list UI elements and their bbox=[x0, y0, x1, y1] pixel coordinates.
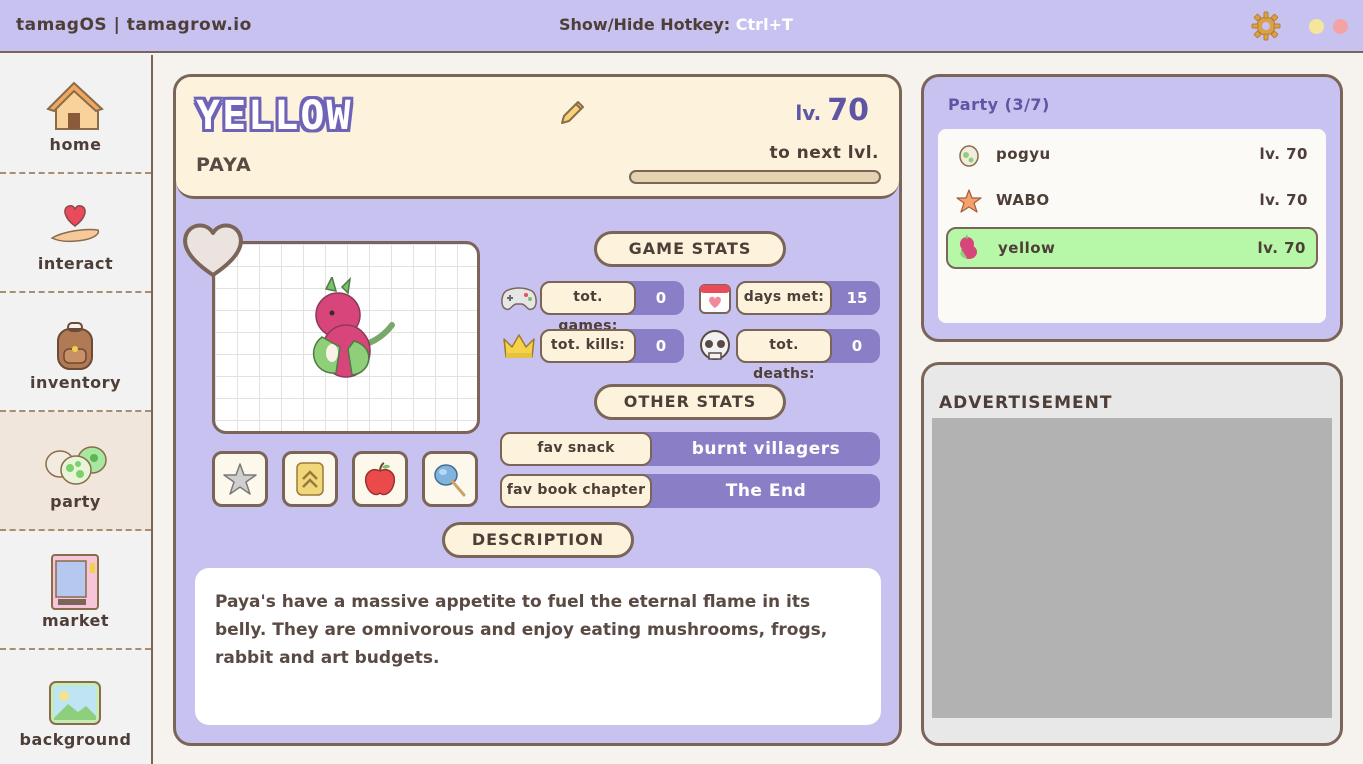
other-stat-label: fav snack bbox=[500, 432, 652, 466]
food-skewer-icon bbox=[434, 464, 466, 497]
party-member-level: lv. 70 bbox=[1259, 191, 1308, 209]
rank-up-icon bbox=[296, 462, 324, 496]
level-label: lv. bbox=[795, 101, 822, 125]
apple-icon bbox=[364, 462, 396, 496]
title-bar: tamagOS | tamagrow.io Show/Hide Hotkey: … bbox=[0, 0, 1363, 53]
crown-icon bbox=[503, 334, 535, 358]
stat-total-games: tot. games: 0 bbox=[500, 281, 684, 334]
hotkey-label: Show/Hide Hotkey: bbox=[559, 15, 731, 34]
vending-machine-icon bbox=[51, 554, 99, 610]
stat-value: 0 bbox=[655, 289, 667, 307]
party-member-level: lv. 70 bbox=[1259, 145, 1308, 163]
pet-level: lv. 70 bbox=[795, 93, 869, 128]
stat-fav-book-chapter: fav book chapter The End bbox=[500, 474, 880, 508]
feed-button[interactable] bbox=[352, 451, 408, 507]
star-pet-icon bbox=[956, 189, 982, 213]
skull-icon bbox=[700, 330, 730, 360]
sidebar-label-party: party bbox=[50, 492, 101, 511]
description-title: DESCRIPTION bbox=[442, 522, 634, 558]
party-member-pogyu[interactable]: pogyu lv. 70 bbox=[946, 135, 1318, 177]
stat-days-met: days met: 15 bbox=[696, 281, 880, 315]
eggs-icon bbox=[45, 446, 107, 485]
pet-name: YELLOW bbox=[196, 93, 353, 139]
xp-progress-bar bbox=[629, 170, 881, 184]
sidebar-label-market: market bbox=[41, 611, 110, 630]
stat-label: tot. games: bbox=[540, 281, 636, 334]
party-member-name: pogyu bbox=[996, 145, 1051, 163]
game-stats-title: GAME STATS bbox=[594, 231, 786, 267]
picture-icon bbox=[49, 681, 101, 725]
other-stat-label: fav book chapter bbox=[500, 474, 652, 508]
stat-value: 0 bbox=[655, 337, 667, 355]
party-list: pogyu lv. 70 WABO lv. 70 yellow lv. 70 bbox=[938, 129, 1326, 323]
sidebar-item-market[interactable]: market bbox=[0, 531, 151, 650]
rank-up-button[interactable] bbox=[282, 451, 338, 507]
party-member-level: lv. 70 bbox=[1257, 239, 1306, 257]
other-stat-value: burnt villagers bbox=[691, 439, 841, 459]
sidebar-label-home: home bbox=[49, 135, 102, 154]
sidebar-item-interact[interactable]: interact bbox=[0, 174, 151, 293]
pet-species: PAYA bbox=[196, 154, 252, 176]
pet-detail-card: YELLOW PAYA lv. 70 to next lvl. GAME STA… bbox=[173, 74, 902, 746]
heart-hand-icon bbox=[50, 205, 100, 243]
level-value: 70 bbox=[827, 93, 869, 128]
treat-button[interactable] bbox=[422, 451, 478, 507]
pet-sprite[interactable] bbox=[296, 277, 396, 387]
minimize-button[interactable] bbox=[1309, 19, 1324, 34]
party-member-name: WABO bbox=[996, 191, 1050, 209]
stat-label: tot. kills: bbox=[540, 329, 636, 363]
gear-icon[interactable] bbox=[1251, 11, 1281, 41]
party-member-yellow[interactable]: yellow lv. 70 bbox=[946, 227, 1318, 269]
house-icon bbox=[46, 81, 104, 130]
sidebar-item-background[interactable]: background bbox=[0, 650, 151, 764]
stat-value: 15 bbox=[846, 289, 868, 307]
advertisement-title: ADVERTISEMENT bbox=[939, 393, 1113, 413]
party-panel: Party (3/7) pogyu lv. 70 WABO lv. 70 yel… bbox=[921, 74, 1343, 342]
app-title: tamagOS | tamagrow.io bbox=[16, 15, 252, 35]
star-icon bbox=[223, 463, 257, 495]
pencil-icon[interactable] bbox=[556, 97, 588, 129]
stat-label: tot. deaths: bbox=[736, 329, 832, 382]
next-level-label: to next lvl. bbox=[769, 143, 879, 163]
party-member-name: yellow bbox=[998, 239, 1056, 257]
heart-icon bbox=[183, 223, 243, 277]
gamepad-icon bbox=[501, 287, 537, 311]
hotkey-hint: Show/Hide Hotkey: Ctrl+T bbox=[559, 15, 793, 34]
advertisement-slot[interactable] bbox=[932, 418, 1332, 718]
close-button[interactable] bbox=[1333, 19, 1348, 34]
stat-fav-snack: fav snack burnt villagers bbox=[500, 432, 880, 466]
sidebar-label-background: background bbox=[19, 730, 132, 749]
sidebar-item-inventory[interactable]: inventory bbox=[0, 293, 151, 412]
party-member-wabo[interactable]: WABO lv. 70 bbox=[946, 181, 1318, 223]
sidebar: home interact inventory party market bac… bbox=[0, 55, 153, 764]
sidebar-item-party[interactable]: party bbox=[0, 410, 151, 531]
hotkey-value: Ctrl+T bbox=[735, 15, 793, 34]
description-text: Paya's have a massive appetite to fuel t… bbox=[195, 568, 881, 725]
stat-total-deaths: tot. deaths: 0 bbox=[696, 329, 880, 382]
pet-header: YELLOW PAYA lv. 70 to next lvl. bbox=[176, 77, 899, 199]
other-stats-title: OTHER STATS bbox=[594, 384, 786, 420]
calendar-icon bbox=[699, 284, 731, 314]
backpack-icon bbox=[57, 322, 93, 370]
sidebar-label-inventory: inventory bbox=[29, 373, 121, 392]
party-title: Party (3/7) bbox=[948, 95, 1050, 114]
stat-label: days met: bbox=[736, 281, 832, 315]
sidebar-item-home[interactable]: home bbox=[0, 55, 151, 174]
favorite-button[interactable] bbox=[212, 451, 268, 507]
stat-total-kills: tot. kills: 0 bbox=[500, 329, 684, 363]
advertisement-panel: ADVERTISEMENT bbox=[921, 362, 1343, 746]
sidebar-label-interact: interact bbox=[37, 254, 114, 273]
dragon-pet-icon bbox=[960, 234, 977, 259]
stat-value: 0 bbox=[851, 337, 863, 355]
egg-icon bbox=[959, 145, 979, 167]
other-stat-value: The End bbox=[725, 481, 807, 501]
